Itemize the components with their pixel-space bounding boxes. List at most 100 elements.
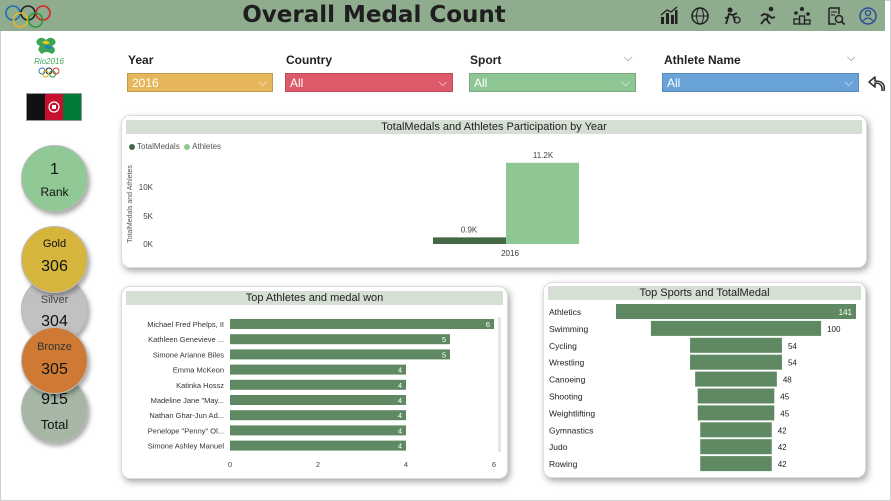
rio-2016-logo: Rio2016 [34,37,64,78]
athlete-name-label: Michael Fred Phelps, II [147,320,224,329]
sport-bar[interactable] [690,354,782,370]
sport-bar-value: 42 [778,443,787,452]
athlete-bar-value: 4 [398,442,402,451]
search-report-icon[interactable] [826,6,846,26]
rank-value: 1 [50,161,59,178]
chevron-down-icon[interactable]: ⌵ [624,52,632,65]
country-filter-value: All [290,76,304,90]
sport-name-label: Swimming [549,324,588,334]
sport-bar[interactable] [700,456,772,472]
year-filter-label: Year [128,53,154,67]
athlete-filter-dropdown[interactable]: All ⌵ [662,73,859,92]
sport-bar-value: 54 [788,342,797,351]
athlete-filter-label: Athlete Name [664,53,741,67]
bronze-kpi: Bronze 305 [21,327,88,394]
athlete-bar[interactable] [230,364,406,375]
top-sports-card: Top Sports and TotalMedal Athletics 141 Sw… [543,282,866,478]
sport-name-label: Canoeing [549,375,586,385]
data-label-totalmedals: 0.9K [461,225,478,234]
sport-name-label: Cycling [549,341,577,351]
sport-filter-dropdown[interactable]: All ⌵ [469,73,636,92]
x-tick-label: 4 [404,460,408,469]
podium-icon[interactable] [792,6,812,26]
runner-icon[interactable] [758,6,778,26]
rank-label: Rank [40,185,69,199]
year-filter-value: 2016 [132,76,159,90]
sport-name-label: Gymnastics [549,425,593,435]
sport-bar[interactable] [650,320,822,336]
athlete-bar[interactable] [230,410,406,421]
sport-bar-value: 45 [780,409,789,418]
sport-name-label: Weightlifting [549,408,595,418]
athlete-bar-value: 4 [398,426,402,435]
sport-bar-value: 42 [778,460,787,469]
sport-bar-value: 48 [783,376,792,385]
y-tick-10k: 10K [139,183,154,192]
country-filter-label: Country [286,53,332,67]
chevron-down-icon: ⌵ [844,77,853,89]
sport-bar-value: 141 [839,308,853,317]
chevron-down-icon: ⌵ [258,77,267,89]
athlete-name-label: Kathleen Genevieve ... [148,335,224,344]
sport-bar-value: 45 [780,393,789,402]
athlete-name-label: Madeline Jane "May... [151,396,224,405]
athlete-bar-value: 4 [398,381,402,390]
sport-name-label: Athletics [549,307,581,317]
gold-value: 306 [41,258,68,275]
title-bar: Overall Medal Count [0,0,885,31]
sport-bar[interactable] [700,439,772,455]
country-filter-dropdown[interactable]: All ⌵ [285,73,453,92]
sport-bar-value: 42 [778,426,787,435]
sport-bar[interactable] [697,388,775,404]
y-tick-5k: 5K [143,212,153,221]
scrollbar[interactable] [498,317,501,452]
chevron-down-icon[interactable]: ⌵ [847,52,855,65]
rank-kpi: 1 Rank [21,145,88,212]
athlete-bar[interactable] [230,319,494,329]
athlete-bar[interactable] [230,440,406,451]
globe-icon[interactable] [690,6,710,26]
sport-filter-label: Sport [470,53,502,67]
sport-bar-value: 54 [788,359,797,368]
back-arrow-icon[interactable] [867,72,889,96]
y-axis-label: TotalMedals and Athletes [127,165,134,243]
athlete-bar[interactable] [230,425,406,436]
bar-chart-icon[interactable] [659,6,679,26]
athlete-filter-value: All [667,76,681,90]
participation-chart-card: TotalMedals and Athletes Participation b… [121,115,867,268]
flag-emblem-icon [48,101,60,113]
sport-name-label: Rowing [549,459,578,469]
year-filter-dropdown[interactable]: 2016 ⌵ [127,73,273,92]
sport-bar[interactable] [700,422,772,438]
athlete-bar-value: 5 [442,350,446,359]
chevron-down-icon: ⌵ [438,77,447,89]
bronze-value: 305 [41,361,68,378]
top-sports-chart: Athletics 141 Swimming 100 Cycling 54 Wrestlin… [549,304,856,472]
athlete-bar[interactable] [230,334,450,345]
bar-athletes-2016[interactable] [506,162,579,244]
athlete-name-label: Katinka Hossz [176,381,224,390]
athlete-bar-value: 6 [486,320,490,329]
rio-emblem-icon[interactable] [858,6,878,26]
sport-bar[interactable] [697,405,775,421]
sport-bar[interactable] [616,304,856,319]
bar-totalmedals-2016[interactable] [433,237,506,244]
flag-stripe-black [27,94,45,120]
gold-label: Gold [42,238,67,250]
athletes-icon[interactable] [722,6,742,26]
sport-bar[interactable] [695,371,777,387]
athlete-bar[interactable] [230,379,406,390]
athlete-name-label: Simone Arianne Biles [153,350,225,359]
athlete-bar-value: 4 [398,396,402,405]
sport-name-label: Shooting [549,392,583,402]
athlete-bar[interactable] [230,395,406,405]
x-tick-label: 6 [492,460,496,469]
sport-name-label: Wrestling [549,358,585,368]
sport-bar[interactable] [690,337,782,353]
sport-name-label: Judo [549,442,568,452]
athlete-name-label: Penelope "Penny" Ol... [148,426,224,435]
sport-filter-value: All [474,76,488,90]
athlete-bar[interactable] [230,349,450,360]
flag-stripe-red [45,94,63,120]
top-athletes-card: Top Athletes and medal won Michael Fred … [121,286,508,479]
